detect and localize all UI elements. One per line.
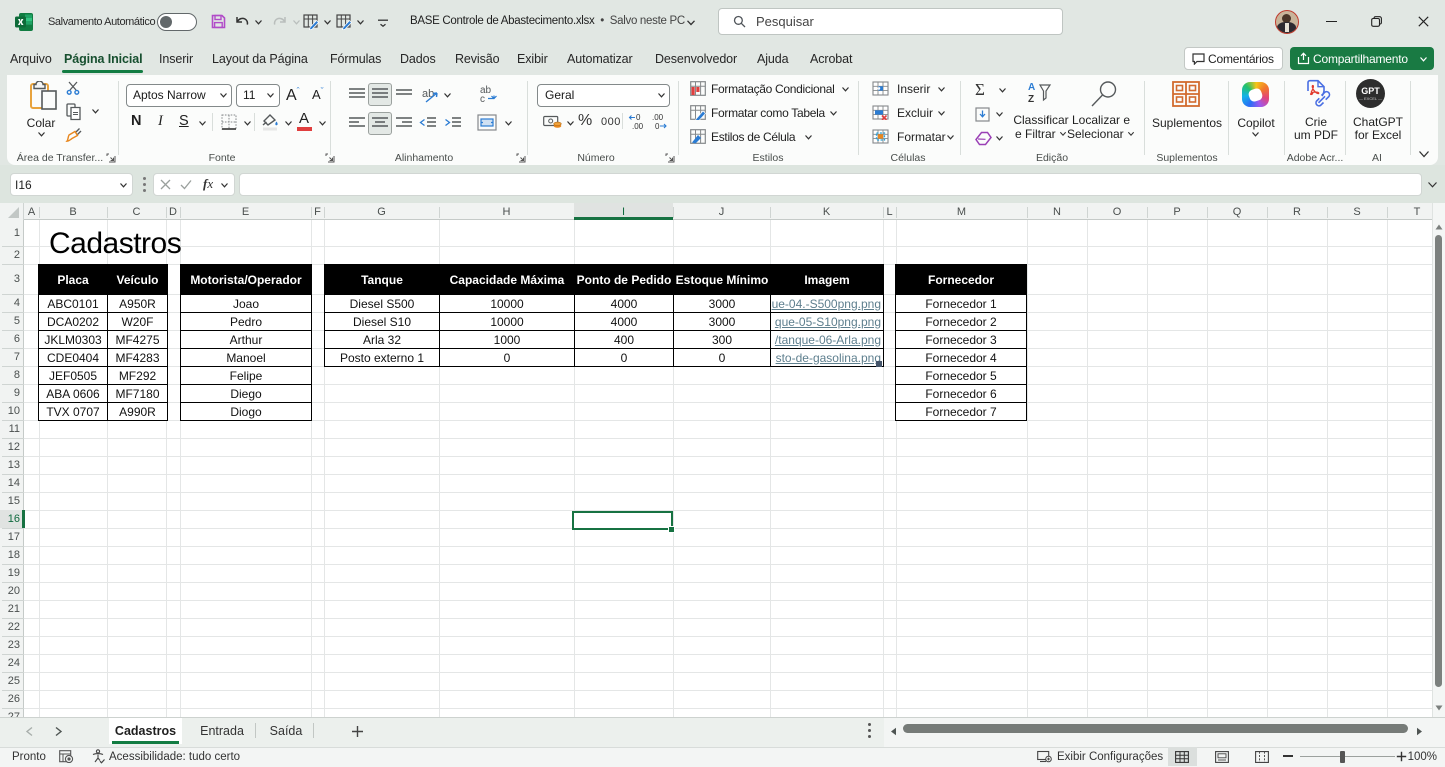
- svg-text:Z: Z: [1028, 94, 1034, 105]
- svg-text:.00: .00: [632, 122, 644, 130]
- svg-text:.00: .00: [652, 113, 664, 122]
- svg-text:c: c: [480, 94, 485, 104]
- svg-text:0: 0: [636, 113, 641, 122]
- svg-text:A: A: [1028, 82, 1035, 93]
- svg-text:ab: ab: [422, 88, 434, 100]
- svg-text:0: 0: [655, 122, 660, 130]
